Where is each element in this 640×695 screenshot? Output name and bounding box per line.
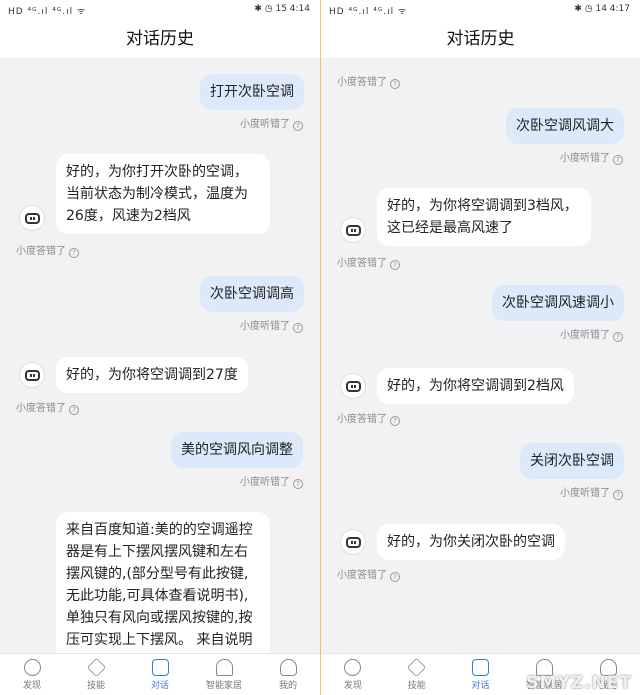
assistant-message[interactable]: 好的，为你将空调调到3档风，这已经是最高风速了	[377, 188, 591, 246]
help-icon: ?	[390, 260, 400, 270]
help-icon: ?	[613, 490, 623, 500]
user-feedback[interactable]: 小度听错了?	[560, 484, 623, 500]
user-feedback[interactable]: 小度听错了?	[240, 473, 303, 489]
assistant-feedback[interactable]: 小度答错了?	[337, 566, 400, 582]
tab-me[interactable]: 我的	[256, 654, 320, 695]
assistant-message[interactable]: 好的，为你将空调调到27度	[56, 357, 248, 393]
tab-discover[interactable]: 发现	[0, 654, 64, 695]
skills-icon	[407, 657, 427, 678]
help-icon: ?	[293, 121, 303, 131]
help-icon: ?	[613, 155, 623, 165]
assistant-avatar-icon	[340, 373, 366, 399]
user-message[interactable]: 次卧空调风速调小	[492, 285, 624, 321]
help-icon: ?	[390, 416, 400, 426]
discover-icon	[344, 659, 362, 676]
home-icon	[215, 659, 233, 676]
tab-discover[interactable]: 发现	[321, 654, 385, 695]
assistant-message[interactable]: 来自百度知道:美的的空调遥控器是有上下摆风摆风键和左右摆风键的,(部分型号有此按…	[56, 512, 270, 653]
tab-bar: 发现 技能 对话 智能家居 我的	[0, 653, 320, 695]
assistant-avatar-icon	[340, 529, 366, 555]
page-title: 对话历史	[0, 20, 320, 58]
assistant-feedback[interactable]: 小度答错了?	[337, 73, 400, 89]
skills-icon	[86, 657, 106, 678]
status-bar: HD ⁴ᴳ.ıl ⁴ᴳ.ıl ᯤ ✱ ◷ 14 4:17	[321, 0, 640, 20]
tab-chat[interactable]: 对话	[128, 654, 192, 695]
chat-history[interactable]: 打开次卧空调 小度听错了? 好的，为你打开次卧的空调，当前状态为制冷模式，温度为…	[0, 58, 320, 653]
chat-icon	[151, 659, 169, 676]
status-signal: HD ⁴ᴳ.ıl ⁴ᴳ.ıl ᯤ	[329, 7, 408, 17]
chat-icon	[471, 659, 489, 676]
right-screenshot: HD ⁴ᴳ.ıl ⁴ᴳ.ıl ᯤ ✱ ◷ 14 4:17 对话历史 小度答错了?…	[321, 0, 640, 695]
assistant-avatar-icon	[19, 205, 45, 231]
assistant-feedback[interactable]: 小度答错了?	[16, 242, 79, 258]
user-message[interactable]: 打开次卧空调	[200, 74, 304, 110]
help-icon: ?	[69, 248, 79, 258]
assistant-avatar-icon	[19, 362, 45, 388]
assistant-feedback[interactable]: 小度答错了?	[337, 410, 400, 426]
page-title: 对话历史	[321, 20, 640, 58]
assistant-avatar-icon	[340, 217, 366, 243]
chat-history[interactable]: 小度答错了? 次卧空调风调大 小度听错了? 好的，为你将空调调到3档风，这已经是…	[321, 58, 640, 653]
assistant-feedback[interactable]: 小度答错了?	[337, 254, 400, 270]
help-icon: ?	[613, 332, 623, 342]
user-feedback[interactable]: 小度听错了?	[240, 317, 303, 333]
tab-skills[interactable]: 技能	[385, 654, 449, 695]
user-feedback[interactable]: 小度听错了?	[560, 326, 623, 342]
discover-icon	[23, 659, 41, 676]
status-signal: HD ⁴ᴳ.ıl ⁴ᴳ.ıl ᯤ	[8, 7, 87, 17]
left-screenshot: HD ⁴ᴳ.ıl ⁴ᴳ.ıl ᯤ ✱ ◷ 15 4:14 对话历史 打开次卧空调…	[0, 0, 320, 695]
user-message[interactable]: 关闭次卧空调	[520, 443, 624, 479]
user-message[interactable]: 美的空调风向调整	[171, 432, 303, 468]
help-icon: ?	[293, 323, 303, 333]
help-icon: ?	[390, 79, 400, 89]
tab-smart-home[interactable]: 智能家居	[192, 654, 256, 695]
help-icon: ?	[293, 479, 303, 489]
user-message[interactable]: 次卧空调调高	[200, 276, 304, 312]
status-time: ✱ ◷ 14 4:17	[574, 4, 630, 14]
assistant-message[interactable]: 好的，为你关闭次卧的空调	[377, 524, 565, 560]
help-icon: ?	[390, 572, 400, 582]
assistant-feedback[interactable]: 小度答错了?	[16, 399, 79, 415]
user-feedback[interactable]: 小度听错了?	[560, 149, 623, 165]
status-bar: HD ⁴ᴳ.ıl ⁴ᴳ.ıl ᯤ ✱ ◷ 15 4:14	[0, 0, 320, 20]
user-feedback[interactable]: 小度听错了?	[240, 115, 303, 131]
status-time: ✱ ◷ 15 4:14	[254, 4, 310, 14]
help-icon: ?	[69, 405, 79, 415]
assistant-message[interactable]: 好的，为你将空调调到2档风	[377, 368, 574, 404]
tab-skills[interactable]: 技能	[64, 654, 128, 695]
assistant-message[interactable]: 好的，为你打开次卧的空调，当前状态为制冷模式，温度为26度，风速为2档风	[56, 154, 270, 234]
tab-chat[interactable]: 对话	[449, 654, 513, 695]
watermark: SMYZ.NET	[526, 673, 632, 693]
user-icon	[279, 659, 297, 676]
user-message[interactable]: 次卧空调风调大	[506, 108, 624, 144]
